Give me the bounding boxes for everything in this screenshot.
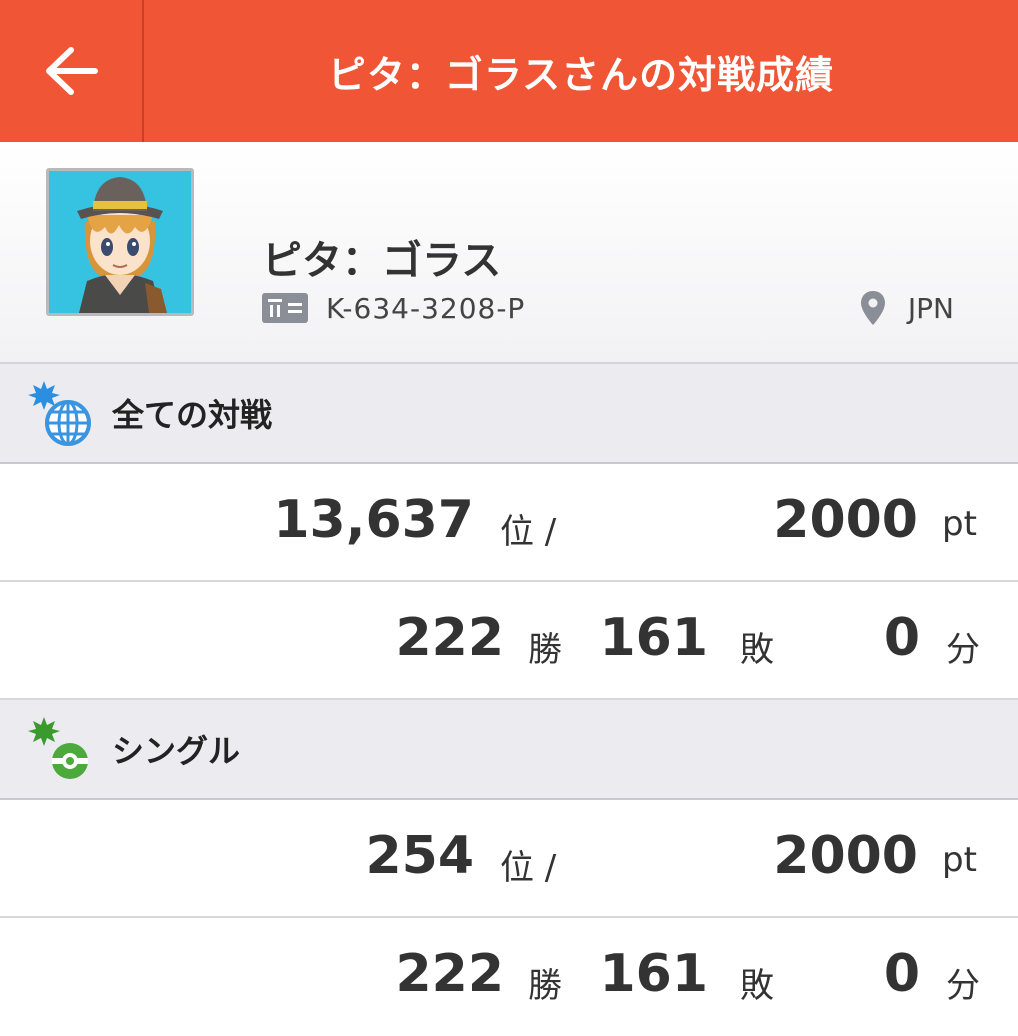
losses-unit: 敗 — [740, 966, 774, 1006]
losses-value: 161 — [599, 944, 708, 1004]
draws-unit: 分 — [946, 966, 980, 1006]
wins-unit: 勝 — [528, 630, 562, 670]
rank-points-row: 13,637 位 / 2000 pt — [0, 464, 1018, 582]
rank-value: 13,637 — [273, 490, 474, 550]
id-card-icon — [262, 293, 308, 323]
points-value: 2000 — [773, 826, 918, 886]
draws-unit: 分 — [946, 630, 980, 670]
points-unit: pt — [942, 504, 977, 544]
location-pin-icon — [860, 291, 885, 325]
win-loss-row: 222 勝 161 敗 0 分 — [0, 582, 1018, 700]
player-name: ピタ：ゴラス — [262, 238, 502, 284]
single-battle-icon — [28, 717, 88, 779]
section-title: シングル — [112, 732, 241, 770]
win-loss-row: 222 勝 161 敗 0 分 — [0, 918, 1018, 1036]
draws-value: 0 — [883, 608, 920, 668]
section-header-all-battles: 全ての対戦 — [0, 364, 1018, 464]
trainer-avatar-image — [49, 171, 191, 313]
wins-unit: 勝 — [528, 966, 562, 1006]
rank-points-row: 254 位 / 2000 pt — [0, 800, 1018, 918]
globe-icon — [28, 381, 91, 446]
draws-value: 0 — [883, 944, 920, 1004]
losses-unit: 敗 — [740, 630, 774, 670]
back-button[interactable] — [0, 0, 144, 142]
section-title: 全ての対戦 — [112, 396, 273, 434]
rank-unit: 位 / — [500, 848, 557, 888]
points-unit: pt — [942, 840, 977, 880]
avatar — [46, 168, 194, 316]
section-header-single: シングル — [0, 700, 1018, 800]
app-header: ピタ：ゴラスさんの対戦成績 — [0, 0, 1018, 142]
rank-unit: 位 / — [500, 512, 557, 552]
wins-value: 222 — [395, 944, 504, 1004]
country-code: JPN — [907, 291, 954, 325]
page-title: ピタ：ゴラスさんの対戦成績 — [327, 52, 835, 97]
player-id-row: K-634-3208-P — [262, 290, 525, 326]
wins-value: 222 — [395, 608, 504, 668]
losses-value: 161 — [599, 608, 708, 668]
points-value: 2000 — [773, 490, 918, 550]
player-id: K-634-3208-P — [326, 291, 526, 325]
profile-card: ピタ：ゴラス K-634-3208-P JPN — [0, 142, 1018, 364]
rank-value: 254 — [365, 826, 474, 886]
arrow-left-icon — [46, 47, 98, 95]
location-row: JPN — [860, 290, 954, 326]
